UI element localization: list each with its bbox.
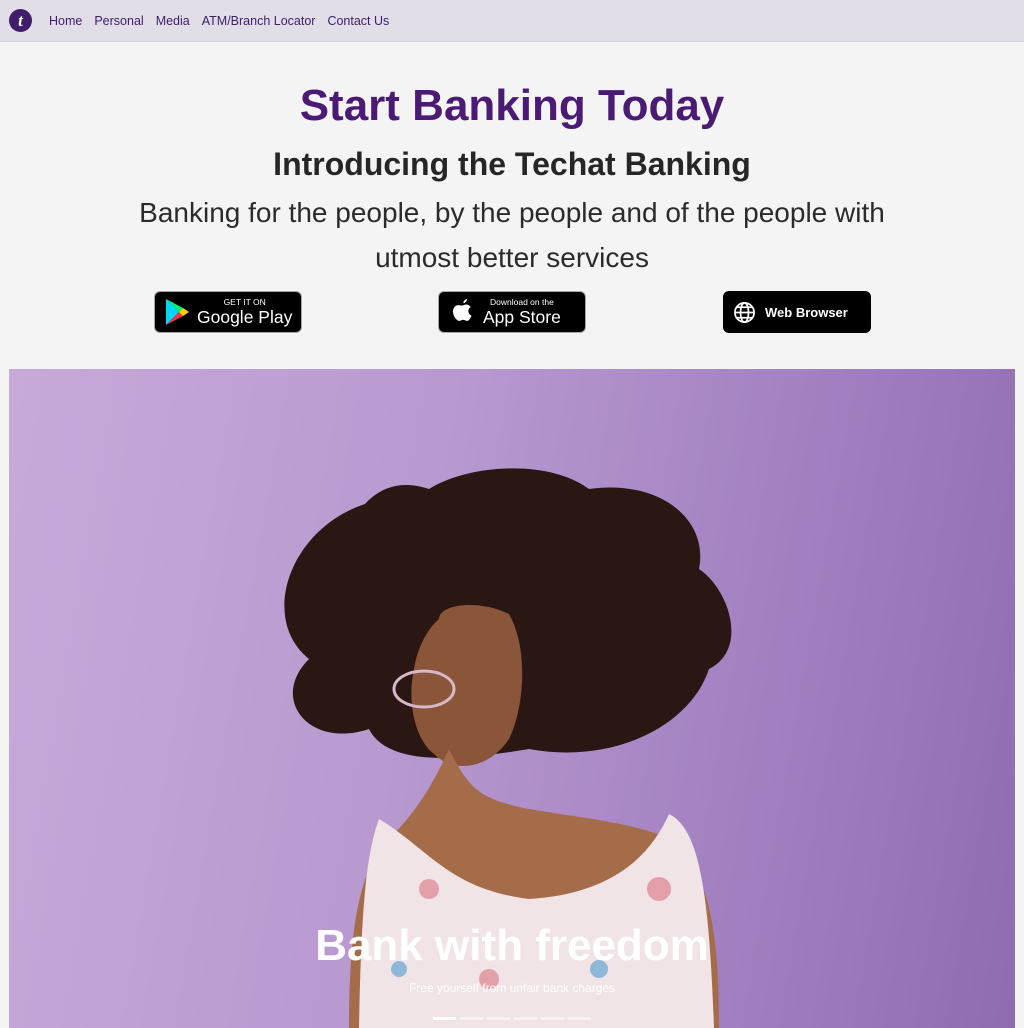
techat-logo[interactable]: t [9, 9, 32, 32]
web-browser-button[interactable]: Web Browser [723, 291, 871, 333]
google-play-icon [164, 298, 190, 326]
nav-link-contact-us[interactable]: Contact Us [327, 14, 389, 28]
logo-letter: t [18, 11, 23, 30]
google-play-button[interactable]: GET IT ON Google Play [154, 291, 302, 333]
app-store-button[interactable]: Download on the App Store [438, 291, 586, 333]
google-play-text: GET IT ON Google Play [197, 297, 292, 327]
app-store-text: Download on the App Store [483, 297, 561, 327]
page-title: Start Banking Today [299, 81, 725, 130]
carousel-indicator[interactable] [487, 1017, 510, 1020]
app-store-big-text: App Store [483, 307, 561, 327]
nav-link-home[interactable]: Home [49, 14, 82, 28]
carousel-indicator[interactable] [514, 1017, 537, 1020]
carousel-indicator[interactable] [541, 1017, 564, 1020]
globe-icon [733, 301, 756, 324]
carousel-slide-subtitle: Free yourself from unfair bank charges [408, 981, 616, 995]
page-subtitle: Introducing the Techat Banking [273, 146, 751, 182]
apple-icon [450, 298, 474, 326]
page-tagline: Banking for the people, by the people an… [139, 197, 885, 273]
web-browser-label: Web Browser [765, 304, 848, 320]
nav-link-personal[interactable]: Personal [94, 14, 143, 28]
nav-link-atm-branch-locator[interactable]: ATM/Branch Locator [202, 14, 316, 28]
carousel-indicator[interactable] [568, 1017, 591, 1020]
hero-carousel[interactable]: Bank with freedom Free yourself from unf… [9, 369, 1015, 1028]
carousel-indicators [433, 1017, 591, 1020]
carousel-indicator[interactable] [433, 1017, 456, 1020]
top-navbar: t Home Personal Media ATM/Branch Locator… [0, 0, 1024, 42]
carousel-indicator[interactable] [460, 1017, 483, 1020]
google-play-small-text: GET IT ON [223, 297, 266, 307]
carousel-slide-title: Bank with freedom [315, 921, 709, 970]
google-play-big-text: Google Play [197, 307, 293, 327]
app-store-small-text: Download on the [490, 297, 554, 307]
nav-link-media[interactable]: Media [156, 14, 190, 28]
